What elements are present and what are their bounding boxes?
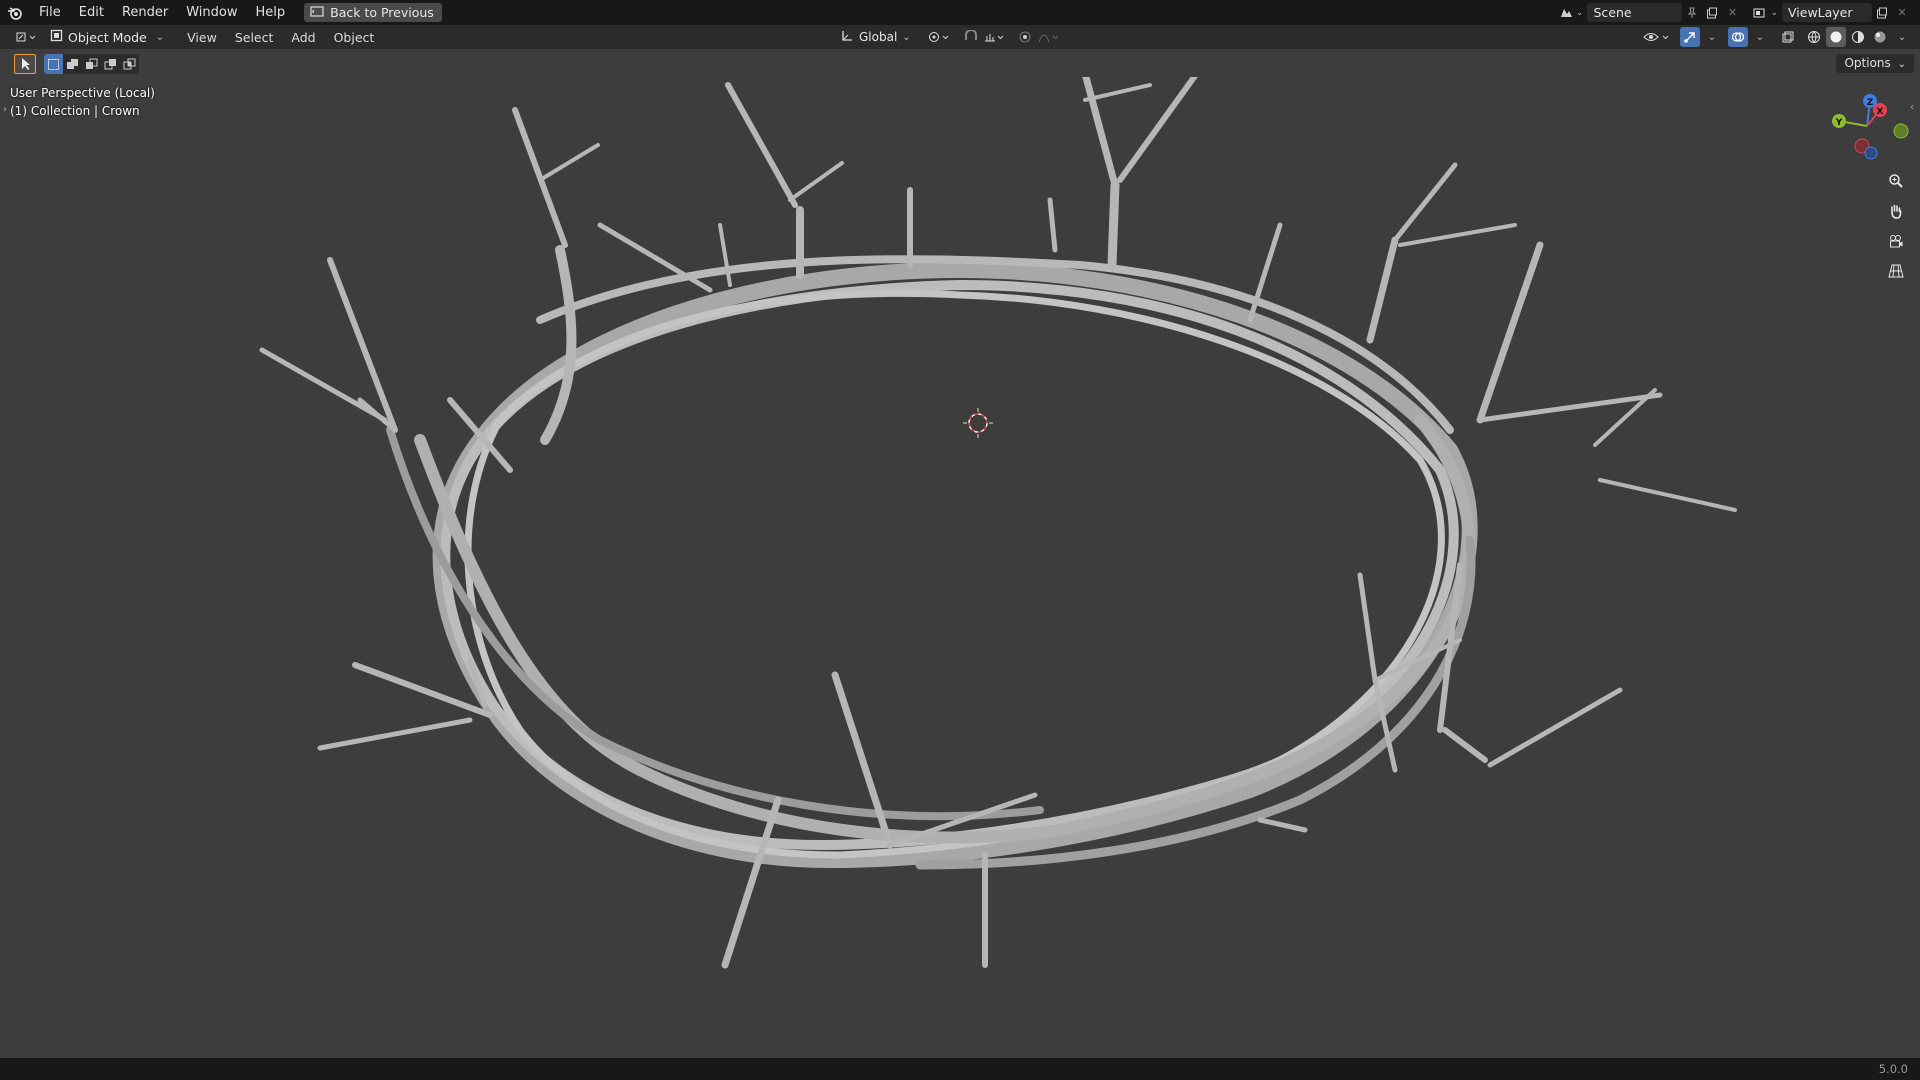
options-label: Options [1844, 56, 1891, 70]
viewport-header: Object Mode ⌄ View Select Add Object Glo… [0, 25, 1920, 49]
menu-render[interactable]: Render [113, 0, 177, 25]
menu-object[interactable]: Object [325, 30, 384, 45]
top-menu-bar: File Edit Render Window Help Back to Pre… [0, 0, 1920, 25]
pin-icon[interactable] [1682, 3, 1702, 22]
mode-chevron-icon: ⌄ [155, 31, 165, 43]
gizmo-y-label: Y [1835, 118, 1843, 128]
options-chevron-icon: ⌄ [1897, 59, 1906, 70]
3d-cursor-icon[interactable] [963, 408, 993, 438]
delete-scene-icon[interactable]: ✕ [1722, 3, 1742, 22]
status-bar: 5.0.0 [0, 1058, 1920, 1080]
view-layer-dropdown-chevron-icon: ⌄ [1770, 7, 1778, 18]
perspective-toggle-grid-icon[interactable] [1884, 259, 1908, 283]
toggle-xray-icon[interactable] [1778, 27, 1798, 47]
shading-dropdown-chevron-icon[interactable]: ⌄ [1892, 27, 1912, 47]
select-tool-button[interactable] [14, 54, 36, 74]
menu-select[interactable]: Select [226, 30, 283, 45]
scene-dropdown-chevron-icon: ⌄ [1575, 7, 1584, 18]
fullscreen-back-icon [310, 5, 324, 20]
camera-view-icon[interactable] [1884, 229, 1908, 253]
select-invert-mode-icon[interactable] [101, 54, 120, 74]
pivot-point-selector[interactable] [925, 27, 955, 47]
snap-toggle-icon[interactable] [961, 27, 981, 47]
selection-mode-group [44, 54, 139, 74]
crown-of-thorns-mesh[interactable] [259, 77, 1737, 969]
wireframe-shading-icon[interactable] [1804, 27, 1824, 47]
menu-help[interactable]: Help [247, 0, 295, 25]
show-gizmo-toggle[interactable] [1680, 27, 1700, 47]
transform-orientation-selector[interactable]: Global ⌄ [836, 27, 915, 47]
select-extend-mode-icon[interactable] [63, 54, 82, 74]
overlays-dropdown-chevron-icon[interactable]: ⌄ [1750, 27, 1770, 47]
delete-view-layer-icon[interactable]: ✕ [1892, 3, 1912, 22]
material-preview-shading-icon[interactable] [1848, 27, 1868, 47]
gizmo-x-label: X [1877, 107, 1884, 117]
options-button[interactable]: Options ⌄ [1836, 54, 1914, 73]
gizmo-neg-y-icon[interactable] [1893, 123, 1909, 139]
proportional-falloff-icon[interactable] [1037, 27, 1063, 47]
snap-target-selector[interactable] [983, 27, 1007, 47]
back-to-previous-button[interactable]: Back to Previous [304, 3, 442, 22]
scene-icon [1556, 3, 1576, 22]
blender-version-label: 5.0.0 [1878, 1062, 1908, 1076]
menu-file[interactable]: File [30, 0, 70, 25]
mode-label: Object Mode [68, 29, 147, 45]
cursor-arrow-icon [22, 58, 30, 70]
pan-hand-icon[interactable] [1884, 199, 1908, 223]
transform-orientation-label: Global [859, 30, 898, 44]
gizmo-z-label: Z [1867, 98, 1874, 108]
visibility-selector[interactable] [1640, 27, 1674, 47]
zoom-icon[interactable] [1884, 169, 1908, 193]
scene-name-field[interactable]: Scene [1587, 3, 1683, 22]
viewport-3d-canvas[interactable] [0, 77, 1920, 1058]
new-view-layer-icon[interactable] [1872, 3, 1892, 22]
gizmo-dropdown-chevron-icon[interactable]: ⌄ [1702, 27, 1722, 47]
view-layer-name-field[interactable]: ViewLayer [1782, 3, 1872, 22]
menu-view[interactable]: View [178, 30, 226, 45]
rendered-shading-icon[interactable] [1870, 27, 1890, 47]
scene-selector[interactable]: ⌄ Scene ✕ [1556, 3, 1743, 23]
orientation-axes-icon [840, 29, 854, 46]
select-set-mode-icon[interactable] [44, 54, 63, 74]
select-intersect-mode-icon[interactable] [120, 54, 139, 74]
menu-add[interactable]: Add [282, 30, 324, 45]
view-layer-selector[interactable]: ⌄ ViewLayer ✕ [1750, 3, 1912, 23]
proportional-editing-icon[interactable] [1015, 27, 1035, 47]
select-subtract-mode-icon[interactable] [82, 54, 101, 74]
navigation-gizmo[interactable]: Y Z X [1822, 88, 1916, 168]
back-to-previous-label: Back to Previous [330, 5, 434, 20]
show-overlays-toggle[interactable] [1728, 27, 1748, 47]
new-scene-icon[interactable] [1702, 3, 1722, 22]
mode-selector[interactable]: Object Mode ⌄ [44, 27, 171, 47]
menu-edit[interactable]: Edit [70, 0, 113, 25]
tool-settings-row: Options ⌄ [0, 49, 1920, 77]
solid-shading-icon[interactable] [1826, 27, 1846, 47]
blender-logo-icon[interactable] [0, 0, 30, 25]
editor-type-icon[interactable] [12, 27, 40, 47]
view-layer-icon [1750, 3, 1770, 22]
object-mode-icon [50, 29, 63, 45]
gizmo-neg-z-icon[interactable] [1864, 146, 1878, 160]
menu-window[interactable]: Window [177, 0, 246, 25]
orientation-chevron-icon: ⌄ [902, 31, 911, 43]
sidebar-toggle-chevron-icon[interactable]: ‹ [1910, 102, 1914, 113]
